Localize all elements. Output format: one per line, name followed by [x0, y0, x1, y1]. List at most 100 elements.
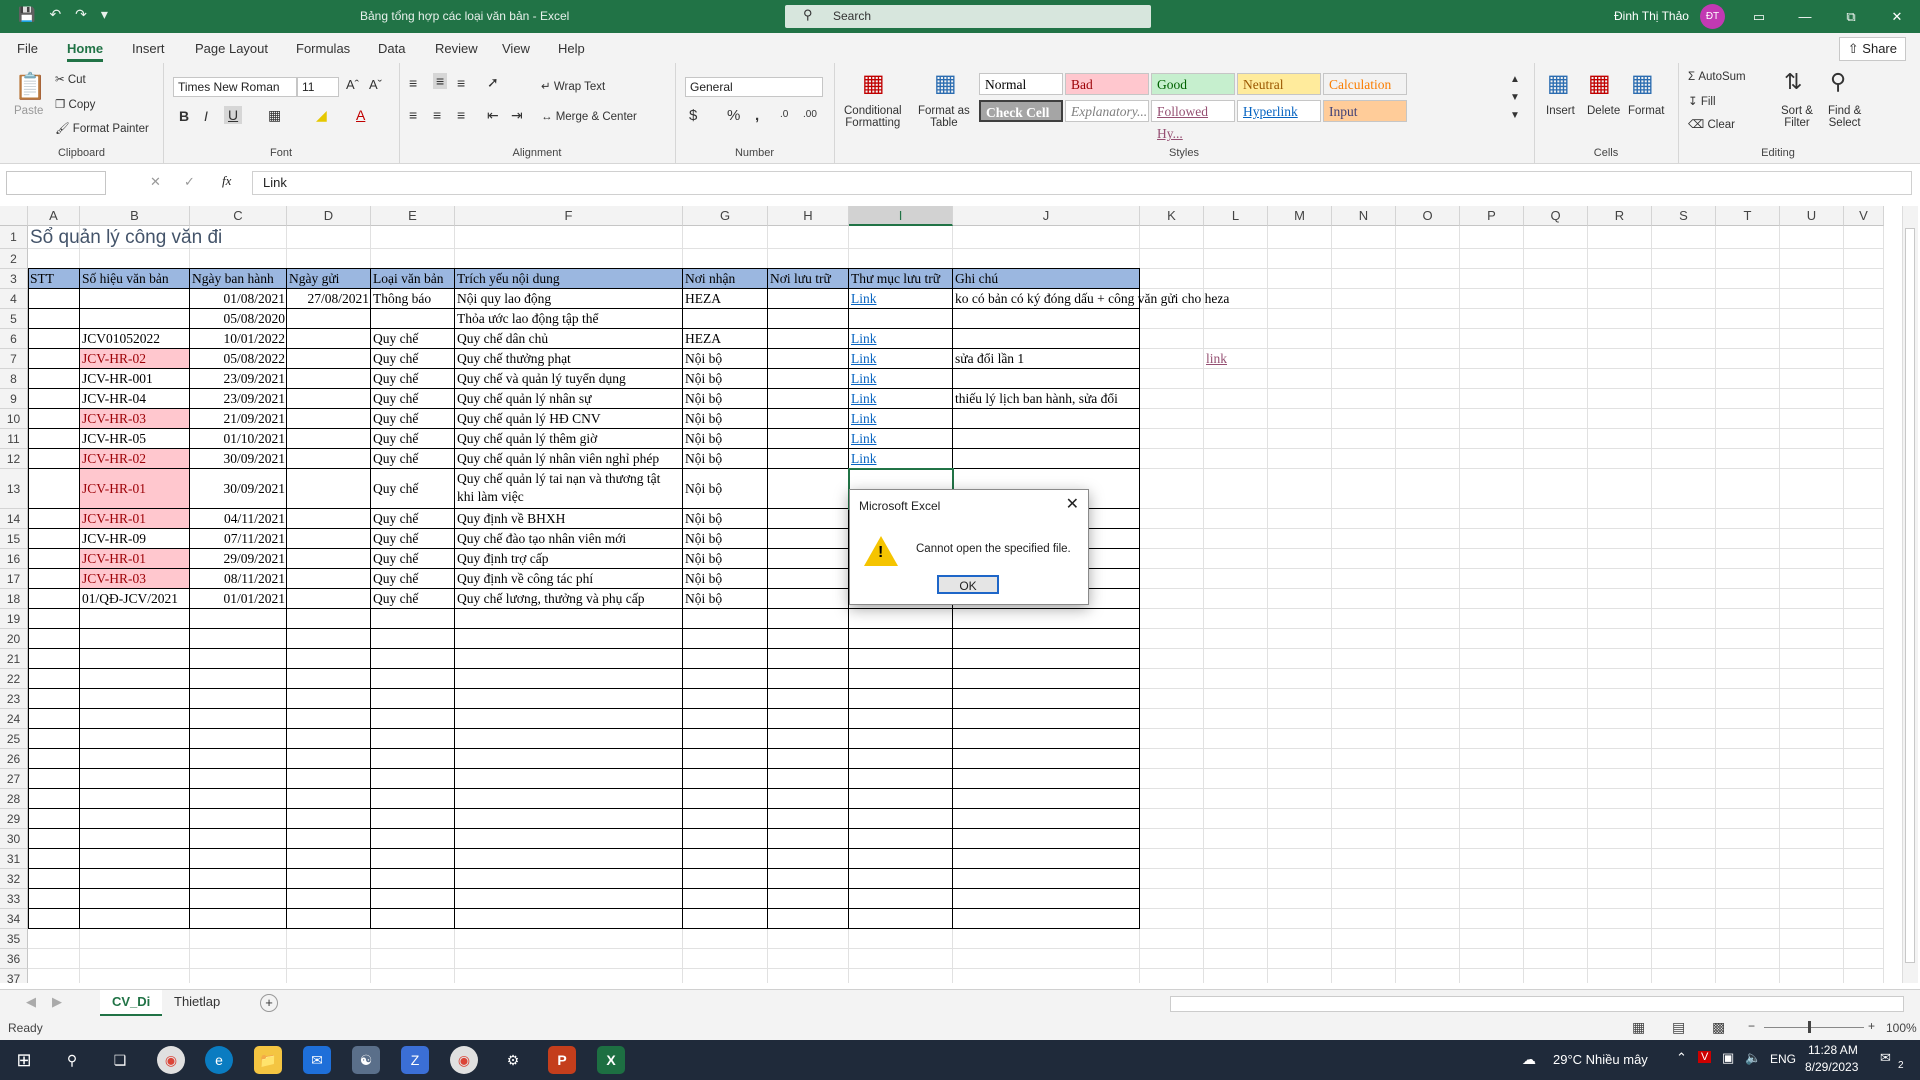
chrome-profile-icon[interactable]: ◉ — [450, 1046, 478, 1074]
page-break-view-icon[interactable]: ▩ — [1712, 1019, 1725, 1036]
find-select-icon[interactable]: ⚲ — [1830, 69, 1846, 95]
cell-style-followed-hy[interactable]: Followed Hy... — [1151, 100, 1235, 141]
fill-button[interactable]: ↧ Fill — [1688, 94, 1716, 108]
folder-link[interactable]: Link — [849, 389, 953, 409]
format-button[interactable]: Format — [1628, 105, 1664, 117]
format-painter-button[interactable]: 🖌 Format Painter — [55, 121, 149, 135]
column-header-j[interactable]: J — [953, 206, 1140, 226]
zoom-level[interactable]: 100% — [1886, 1021, 1917, 1035]
row-header[interactable]: 29 — [0, 809, 28, 829]
align-bottom-icon[interactable]: ≡ — [457, 75, 465, 91]
cell-style-neutral[interactable]: Neutral — [1237, 73, 1321, 95]
vertical-scroll-thumb[interactable] — [1905, 228, 1915, 963]
increase-font-icon[interactable]: Aˆ — [346, 77, 359, 92]
row-header[interactable]: 27 — [0, 769, 28, 789]
excel-icon[interactable]: X — [597, 1046, 625, 1074]
font-size-dropdown[interactable]: 11 — [297, 77, 339, 97]
merge-center-button[interactable]: ↔ Merge & Center — [541, 111, 637, 123]
avatar[interactable]: ĐT — [1700, 4, 1725, 29]
clear-button[interactable]: ⌫ Clear — [1688, 117, 1735, 131]
fill-color-icon[interactable]: ◢ — [316, 107, 327, 124]
row-header[interactable]: 7 — [0, 349, 28, 369]
row-header[interactable]: 34 — [0, 909, 28, 929]
zoom-thumb[interactable] — [1808, 1021, 1811, 1033]
volume-icon[interactable]: 🔈 — [1745, 1050, 1761, 1066]
row-header[interactable]: 6 — [0, 329, 28, 349]
select-all-corner[interactable] — [0, 206, 28, 226]
row-header[interactable]: 23 — [0, 689, 28, 709]
folder-link[interactable]: Link — [849, 449, 953, 469]
undo-icon[interactable]: ↶ — [49, 6, 61, 23]
add-sheet-icon[interactable]: + — [260, 994, 278, 1012]
bold-icon[interactable]: B — [179, 108, 189, 124]
cell-style-normal[interactable]: Normal — [979, 73, 1063, 95]
format-as-table-icon[interactable]: ▦ — [934, 69, 957, 98]
paste-icon[interactable]: 📋 — [14, 71, 46, 102]
column-header-b[interactable]: B — [80, 206, 190, 226]
file-explorer-icon[interactable]: 📁 — [254, 1046, 282, 1074]
cell-style-bad[interactable]: Bad — [1065, 73, 1149, 95]
ribbon-display-icon[interactable]: ▭ — [1736, 0, 1782, 33]
column-header-c[interactable]: C — [190, 206, 287, 226]
zalo-icon[interactable]: Z — [401, 1046, 429, 1074]
row-header[interactable]: 22 — [0, 669, 28, 689]
column-header-s[interactable]: S — [1652, 206, 1716, 226]
tab-review[interactable]: Review — [435, 41, 478, 56]
column-header-h[interactable]: H — [768, 206, 849, 226]
tab-data[interactable]: Data — [378, 41, 405, 56]
row-header[interactable]: 31 — [0, 849, 28, 869]
row-header[interactable]: 17 — [0, 569, 28, 589]
row-header[interactable]: 10 — [0, 409, 28, 429]
row-header[interactable]: 13 — [0, 469, 28, 509]
insert-function-icon[interactable]: fx — [222, 173, 231, 189]
column-header-l[interactable]: L — [1204, 206, 1268, 226]
folder-link[interactable]: Link — [849, 289, 953, 309]
row-header[interactable]: 33 — [0, 889, 28, 909]
tab-page-layout[interactable]: Page Layout — [195, 41, 268, 56]
row-header[interactable]: 3 — [0, 269, 28, 289]
row-header[interactable]: 28 — [0, 789, 28, 809]
customize-qat-icon[interactable]: ▾ — [101, 6, 108, 23]
row-header[interactable]: 9 — [0, 389, 28, 409]
page-layout-view-icon[interactable]: ▤ — [1672, 1019, 1685, 1036]
column-header-u[interactable]: U — [1780, 206, 1844, 226]
italic-icon[interactable]: I — [204, 108, 208, 124]
followed-link[interactable]: link — [1204, 349, 1268, 369]
insert-cells-icon[interactable]: ▦ — [1547, 69, 1570, 98]
row-header[interactable]: 5 — [0, 309, 28, 329]
column-header-q[interactable]: Q — [1524, 206, 1588, 226]
number-format-dropdown[interactable]: General — [685, 77, 823, 97]
zoom-in-icon[interactable]: + — [1868, 1019, 1875, 1033]
sheet-tab-cv-di[interactable]: CV_Di — [100, 990, 163, 1016]
column-header-n[interactable]: N — [1332, 206, 1396, 226]
tab-insert[interactable]: Insert — [132, 41, 165, 56]
tab-home[interactable]: Home — [67, 41, 104, 62]
row-header[interactable]: 12 — [0, 449, 28, 469]
minimize-button[interactable]: — — [1782, 0, 1828, 33]
clock-time[interactable]: 11:28 AM — [1808, 1043, 1858, 1057]
font-color-icon[interactable]: A — [356, 107, 365, 123]
column-header-m[interactable]: M — [1268, 206, 1332, 226]
find-select-button[interactable]: Find & Select — [1828, 105, 1861, 129]
align-center-icon[interactable]: ≡ — [433, 107, 441, 123]
decrease-indent-icon[interactable]: ⇤ — [487, 107, 499, 124]
row-header[interactable]: 11 — [0, 429, 28, 449]
column-header-f[interactable]: F — [455, 206, 683, 226]
row-header[interactable]: 24 — [0, 709, 28, 729]
cell-style-hyperlink[interactable]: Hyperlink — [1237, 100, 1321, 122]
font-name-dropdown[interactable]: Times New Roman — [173, 77, 297, 97]
search-box[interactable]: ⚲ Search — [785, 5, 1151, 28]
zoom-slider[interactable] — [1764, 1027, 1864, 1028]
tab-formulas[interactable]: Formulas — [296, 41, 350, 56]
row-header[interactable]: 25 — [0, 729, 28, 749]
app-icon[interactable]: ☯ — [352, 1046, 380, 1074]
column-header-d[interactable]: D — [287, 206, 371, 226]
language-indicator[interactable]: ENG — [1770, 1052, 1796, 1066]
borders-icon[interactable]: ▦ — [268, 107, 281, 124]
save-icon[interactable]: 💾 — [18, 6, 35, 23]
cell-style-explanatory[interactable]: Explanatory... — [1065, 100, 1149, 122]
decrease-font-icon[interactable]: Aˇ — [369, 77, 382, 92]
settings-icon[interactable]: ⚙ — [499, 1046, 527, 1074]
tab-help[interactable]: Help — [558, 41, 585, 56]
tab-scroll-right-icon[interactable]: ▶ — [52, 994, 62, 1010]
